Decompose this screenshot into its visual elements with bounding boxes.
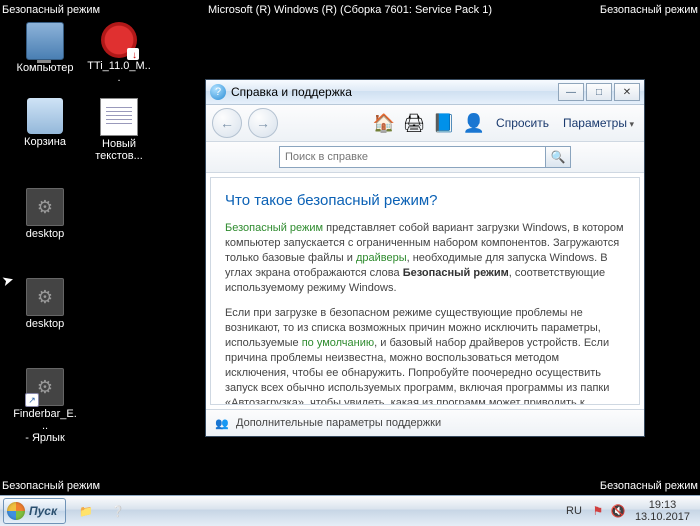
content-paragraph-2: Если при загрузке в безопасном режиме су…	[225, 306, 625, 405]
support-options-icon: 👥	[214, 415, 230, 431]
mouse-cursor: ➤	[0, 271, 16, 290]
action-center-icon[interactable]: ⚑	[591, 504, 605, 518]
desktop-icon-antivirus[interactable]: TTi_11.0_M...	[86, 22, 152, 84]
options-button[interactable]: Параметры	[559, 116, 638, 130]
desktop-icon-label: TTi_11.0_M...	[86, 60, 152, 84]
clock-time: 19:13	[635, 499, 690, 511]
clock-date: 13.10.2017	[635, 511, 690, 523]
title-bar[interactable]: ? Справка и поддержка — □ ✕	[206, 80, 644, 105]
browse-help-icon[interactable]: 📘	[432, 111, 456, 135]
link-safe-mode[interactable]: Безопасный режим	[225, 222, 323, 234]
shortcut-icon	[26, 368, 64, 406]
recycle-bin-icon	[27, 98, 63, 134]
back-button[interactable]: ←	[212, 108, 242, 138]
toolbar: ← → 🏠 🖨 📘 👤 Спросить Параметры	[206, 105, 644, 142]
content-heading: Что такое безопасный режим?	[225, 192, 625, 209]
system-tray: RU ⚑ 🔇 19:13 13.10.2017	[557, 496, 700, 526]
explorer-icon: 📁	[79, 505, 93, 518]
support-options-link[interactable]: Дополнительные параметры поддержки	[236, 417, 441, 429]
maximize-button[interactable]: □	[586, 83, 612, 101]
quicklaunch-explorer[interactable]: 📁	[71, 498, 101, 524]
ask-button[interactable]: Спросить	[492, 116, 553, 130]
minimize-button[interactable]: —	[558, 83, 584, 101]
volume-icon[interactable]: 🔇	[611, 504, 625, 518]
desktop-icon-label: desktop	[12, 228, 78, 240]
help-window: ? Справка и поддержка — □ ✕ ← → 🏠 🖨 📘 👤 …	[205, 79, 645, 437]
link-default[interactable]: по умолчанию	[302, 337, 374, 349]
home-icon[interactable]: 🏠	[372, 111, 396, 135]
ask-icon[interactable]: 👤	[462, 111, 486, 135]
text-file-icon	[100, 98, 138, 136]
window-title: Справка и поддержка	[231, 85, 558, 99]
quicklaunch-help[interactable]: ❔	[103, 498, 133, 524]
ini-file-icon	[26, 188, 64, 226]
antivirus-icon	[101, 22, 137, 58]
desktop-icon-ini-1[interactable]: desktop	[12, 188, 78, 240]
windows-orb-icon	[7, 502, 25, 520]
desktop-icon-shortcut[interactable]: Finderbar_E... - Ярлык	[12, 368, 78, 444]
desktop-icon-text-file[interactable]: Новый текстов...	[86, 98, 152, 162]
ini-file-icon	[26, 278, 64, 316]
desktop-icon-label: desktop	[12, 318, 78, 330]
search-go-button[interactable]: 🔍	[545, 147, 570, 167]
desktop-icon-computer[interactable]: Компьютер	[12, 22, 78, 74]
desktop-icon-label: Корзина	[12, 136, 78, 148]
desktop-icon-label: Компьютер	[12, 62, 78, 74]
os-build-label: Microsoft (R) Windows (R) (Сборка 7601: …	[0, 4, 700, 16]
help-content: Что такое безопасный режим? Безопасный р…	[210, 177, 640, 405]
help-icon: ?	[210, 84, 226, 100]
forward-button[interactable]: →	[248, 108, 278, 138]
safe-mode-bottom-right: Безопасный режим	[600, 480, 698, 492]
close-button[interactable]: ✕	[614, 83, 640, 101]
start-label: Пуск	[29, 504, 57, 518]
desktop-icon-ini-2[interactable]: desktop	[12, 278, 78, 330]
language-indicator[interactable]: RU	[563, 505, 585, 517]
search-bar: 🔍	[206, 142, 644, 173]
desktop-icon-label: Finderbar_E... - Ярлык	[12, 408, 78, 444]
help-icon: ❔	[111, 505, 125, 518]
taskbar: Пуск 📁 ❔ RU ⚑ 🔇 19:13 13.10.2017	[0, 495, 700, 526]
computer-icon	[26, 22, 64, 60]
content-paragraph-1: Безопасный режим представляет собой вари…	[225, 221, 625, 296]
clock[interactable]: 19:13 13.10.2017	[631, 499, 694, 523]
link-drivers[interactable]: драйверы	[356, 252, 407, 264]
start-button[interactable]: Пуск	[3, 498, 66, 524]
desktop-icon-recycle-bin[interactable]: Корзина	[12, 98, 78, 148]
print-icon[interactable]: 🖨	[402, 111, 426, 135]
search-input[interactable]	[280, 147, 545, 167]
help-footer: 👥 Дополнительные параметры поддержки	[206, 409, 644, 436]
safe-mode-bottom-left: Безопасный режим	[2, 480, 100, 492]
desktop-icon-label: Новый текстов...	[86, 138, 152, 162]
